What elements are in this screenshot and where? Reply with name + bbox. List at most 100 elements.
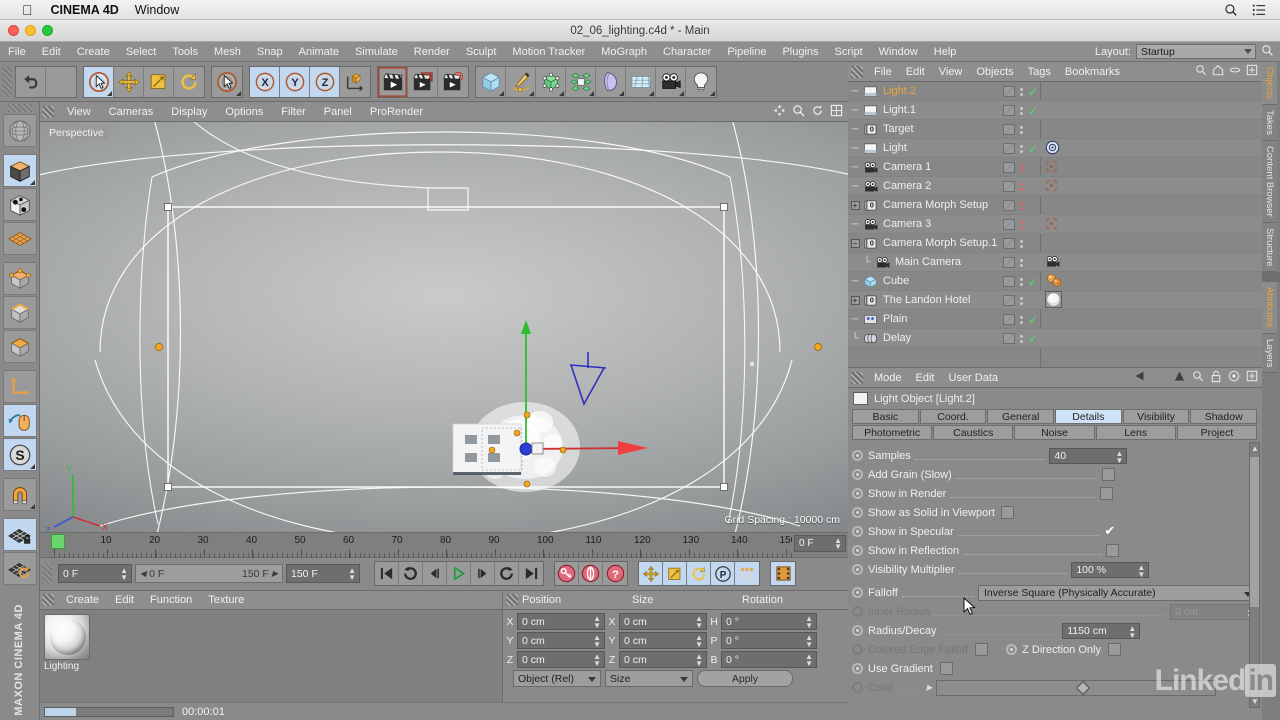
visibility-dots[interactable] [1018,239,1025,248]
use-gradient-checkbox[interactable] [939,662,953,675]
spinner-icon[interactable]: ▲ ▼ [120,567,128,582]
layer-color-box[interactable] [1003,105,1015,116]
layer-color-box[interactable] [1003,86,1015,97]
enabled-check-icon[interactable]: ✓ [1028,314,1038,326]
show-in-specular-radio-icon[interactable] [852,526,863,537]
xform-icon[interactable] [1045,179,1058,195]
material-menu-create[interactable]: Create [58,594,107,606]
scene-floor-icon[interactable] [626,66,656,97]
axis-x-lock-icon[interactable]: X [250,66,280,97]
table-row[interactable]: ─ Light.1 ✓ [848,101,1262,120]
layer-color-box[interactable] [1003,143,1015,154]
add-grain-slow-checkbox[interactable] [1102,468,1116,481]
forward-arrow-icon[interactable] [1153,370,1167,385]
next-frame-button[interactable] [471,562,495,585]
falloff-dropdown[interactable]: Inverse Square (Physically Accurate) [978,584,1258,601]
visibility-multiplier-field[interactable]: 100 % ▲ ▼ [1071,561,1150,578]
viewport-solo-icon[interactable] [2,404,37,437]
visibility-dots[interactable] [1018,201,1025,210]
visibility-dots[interactable] [1018,182,1025,191]
attributes-scrollbar-thumb[interactable] [1250,457,1259,607]
play-backwards-button[interactable] [399,562,423,585]
home-icon[interactable] [1212,64,1224,79]
tab-basic[interactable]: Basic [852,409,919,424]
enabled-check-icon[interactable]: ✓ [1028,105,1038,117]
vtab-structure[interactable]: Structure [1262,222,1277,273]
scroll-up-icon[interactable]: ▲ [1251,444,1259,453]
object-axis-mode-icon[interactable] [2,188,37,221]
layer-color-box[interactable] [1003,314,1015,325]
spinner-icon[interactable]: ▲ ▼ [1137,563,1145,578]
z-direction-only-checkbox[interactable] [1107,643,1121,656]
layout-dropdown[interactable]: Startup [1136,44,1256,59]
coordinates-grip[interactable] [506,594,518,606]
menu-item-pipeline[interactable]: Pipeline [719,46,774,58]
play-button[interactable] [447,562,471,585]
timeline-button[interactable] [771,562,795,585]
color-gradient-bar[interactable] [936,679,1217,696]
light-icon[interactable] [686,66,716,97]
tab-shadow[interactable]: Shadow [1190,409,1258,424]
radius-decay-field[interactable]: 1150 cm ▲ ▼ [1062,622,1141,639]
mograph-icon[interactable] [566,66,596,97]
menu-item-script[interactable]: Script [827,46,871,58]
objects-tree[interactable]: ─ Light.2 ✓ ─ Light.1 ✓ ─ 0 Target ─ Light ✓ ─ Camera… [848,82,1262,367]
menu-item-mesh[interactable]: Mesh [206,46,249,58]
apple-logo-icon[interactable]:  [22,3,33,17]
objects-menu-objects[interactable]: Objects [969,66,1020,78]
falloff-radio-icon[interactable] [852,587,863,598]
spline-pen-icon[interactable] [506,66,536,97]
coordinate-rotation-field[interactable]: 0 ° ▲ ▼ [721,632,817,649]
viewport-rotate-icon[interactable] [811,104,824,120]
layer-color-box[interactable] [1003,295,1015,306]
maximize-window-button[interactable] [42,25,53,36]
go-to-end-button[interactable] [519,562,543,585]
attributes-scrollbar[interactable]: ▲ ▼ [1249,442,1260,708]
menu-item-snap[interactable]: Snap [249,46,291,58]
viewport-menu-cameras[interactable]: Cameras [100,106,163,118]
timeline-ruler[interactable]: 0102030405060708090100110120130140150 0 … [40,532,848,558]
viewport-menu-prorender[interactable]: ProRender [361,106,432,118]
scale-key-button[interactable] [663,562,687,585]
visibility-multiplier-radio-icon[interactable] [852,564,863,575]
render-region-icon[interactable] [408,66,438,97]
visibility-dots[interactable] [1018,334,1025,343]
menu-item-plugins[interactable]: Plugins [774,46,826,58]
menu-item-sculpt[interactable]: Sculpt [458,46,505,58]
vtab-objects[interactable]: Objects [1262,62,1277,106]
move-tool-icon[interactable] [114,66,144,97]
visibility-dots[interactable] [1018,220,1025,229]
tab-details[interactable]: Details [1055,409,1122,424]
magnet-icon[interactable] [2,478,37,511]
live-selection-icon[interactable] [84,66,114,97]
render-settings-icon[interactable] [438,66,468,97]
parameter-key-button[interactable]: P [711,562,735,585]
layer-color-box[interactable] [1003,124,1015,135]
point-level-animation-button[interactable] [735,562,759,585]
menu-item-animate[interactable]: Animate [291,46,347,58]
coordinate-size-field[interactable]: 0 cm ▲ ▼ [619,613,707,630]
coordinate-size-field[interactable]: 0 cm ▲ ▼ [619,651,707,668]
spinner-icon[interactable]: ▲ ▼ [805,634,813,649]
loop-button[interactable] [495,562,519,585]
objects-menu-edit[interactable]: Edit [899,66,932,78]
xform-icon[interactable] [1045,160,1058,176]
search-icon[interactable] [1195,64,1207,79]
objects-menu-tags[interactable]: Tags [1021,66,1058,78]
viewport-pan-icon[interactable] [773,104,786,120]
coordinate-position-field[interactable]: 0 cm ▲ ▼ [517,651,605,668]
viewport-menu-options[interactable]: Options [216,106,272,118]
attributes-menu-grip[interactable] [851,371,863,384]
deformer-icon[interactable] [596,66,626,97]
coordinates-object-mode-dropdown[interactable]: Object (Rel) [513,670,601,687]
menu-item-mograph[interactable]: MoGraph [593,46,655,58]
vtab-attributes[interactable]: Attributes [1262,282,1277,334]
tab-lens[interactable]: Lens [1095,425,1176,440]
layer-color-box[interactable] [1003,219,1015,230]
gradient-knob[interactable] [1076,680,1091,695]
material-list[interactable]: Lighting [40,610,502,703]
visibility-dots[interactable] [1018,296,1025,305]
visibility-dots[interactable] [1018,144,1025,153]
layer-color-box[interactable] [1003,181,1015,192]
keyframe-selection-button[interactable]: ? [603,562,627,585]
